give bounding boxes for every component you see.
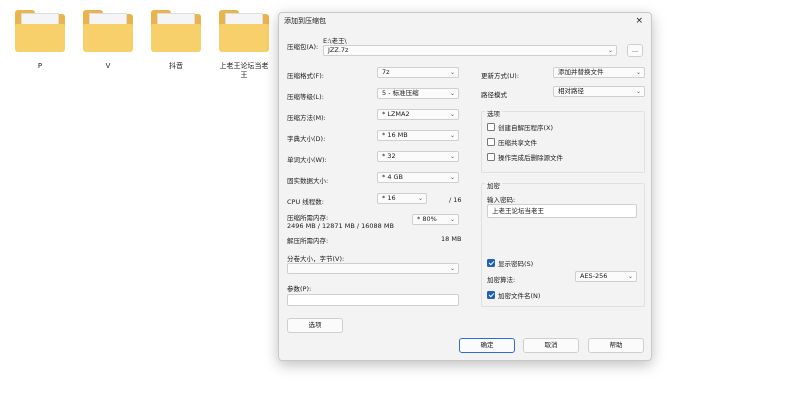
- mem-comp-value: 2496 MB / 12871 MB / 16088 MB: [287, 222, 394, 230]
- split-combo[interactable]: ⌄: [287, 263, 459, 274]
- checkbox-unchecked-icon: [487, 138, 495, 146]
- encryption-group-title: 加密: [485, 180, 502, 190]
- checkbox-checked-icon: [487, 291, 495, 299]
- format-select[interactable]: 7z ⌄: [377, 67, 459, 78]
- chevron-down-icon: ⌄: [635, 69, 641, 76]
- threads-select[interactable]: * 16 ⌄: [377, 193, 427, 204]
- folder-label: P: [37, 62, 43, 70]
- dict-label: 字典大小(D):: [287, 135, 326, 143]
- update-select[interactable]: 添加并替换文件 ⌄: [553, 67, 645, 78]
- solid-label: 固实数据大小:: [287, 177, 329, 185]
- dict-select[interactable]: * 16 MB ⌄: [377, 130, 459, 141]
- checkbox-unchecked-icon: [487, 153, 495, 161]
- encrypt-names-label: 加密文件名(N): [498, 292, 541, 300]
- browse-button[interactable]: ...: [627, 44, 643, 57]
- threads-total: / 16: [449, 196, 462, 204]
- mem-comp-label: 压缩所需内存:: [287, 214, 329, 222]
- show-password-checkbox[interactable]: 显示密码(S): [487, 258, 533, 268]
- folder-p[interactable]: P: [12, 10, 68, 71]
- chevron-down-icon: ⌄: [449, 265, 455, 272]
- chevron-down-icon: ⌄: [449, 153, 455, 160]
- delete-label: 操作完成后删除源文件: [498, 154, 563, 162]
- folder-douyin[interactable]: 抖音: [148, 10, 204, 71]
- folder-icon: [151, 10, 201, 52]
- chevron-down-icon: ⌄: [449, 111, 455, 118]
- folder-icon: [83, 10, 133, 52]
- format-label: 压缩格式(F):: [287, 72, 325, 80]
- archive-name-value: JZZ.7z: [328, 46, 349, 54]
- word-value: * 32: [382, 152, 396, 160]
- ok-button[interactable]: 确定: [459, 338, 515, 353]
- folder-icon: [219, 10, 269, 52]
- show-password-label: 显示密码(S): [498, 260, 534, 268]
- help-button[interactable]: 帮助: [588, 338, 644, 353]
- close-icon[interactable]: ×: [635, 16, 643, 26]
- path-label: 路径模式: [481, 91, 507, 99]
- options-button[interactable]: 选项: [287, 318, 343, 333]
- chevron-down-icon: ⌄: [449, 132, 455, 139]
- enc-method-value: AES-256: [580, 272, 608, 280]
- chevron-down-icon: ⌄: [607, 47, 613, 54]
- level-value: 5 - 标准压缩: [382, 89, 419, 97]
- cancel-button[interactable]: 取消: [523, 338, 579, 353]
- method-select[interactable]: * LZMA2 ⌄: [377, 109, 459, 120]
- checkbox-checked-icon: [487, 259, 495, 267]
- password-label: 输入密码:: [487, 196, 516, 204]
- update-label: 更新方式(U):: [481, 72, 520, 80]
- delete-checkbox[interactable]: 操作完成后删除源文件: [487, 152, 563, 162]
- chevron-down-icon: ⌄: [449, 216, 455, 223]
- params-label: 参数(P):: [287, 285, 312, 293]
- folder-label: 上老王论坛当老 王: [219, 62, 269, 79]
- solid-value: * 4 GB: [382, 173, 404, 181]
- chevron-down-icon: ⌄: [627, 273, 633, 280]
- word-select[interactable]: * 32 ⌄: [377, 151, 459, 162]
- add-to-archive-dialog: 添加到压缩包 × 压缩包(A): E:\老王\ JZZ.7z ⌄ ... 压缩格…: [278, 12, 652, 361]
- dict-value: * 16 MB: [382, 131, 408, 139]
- archive-dir: E:\老王\: [323, 37, 347, 45]
- sfx-label: 创建自解压程序(X): [498, 124, 554, 132]
- chevron-down-icon: ⌄: [417, 195, 423, 202]
- dialog-titlebar: 添加到压缩包 ×: [279, 13, 651, 29]
- split-label: 分卷大小，字节(V):: [287, 255, 345, 263]
- folder-icon: [15, 10, 65, 52]
- archive-name-combo[interactable]: JZZ.7z ⌄: [323, 45, 617, 56]
- format-value: 7z: [382, 68, 390, 76]
- options-group-title: 选项: [485, 108, 502, 118]
- mem-decomp-label: 解压所需内存:: [287, 237, 329, 245]
- shared-label: 压缩共享文件: [498, 139, 537, 147]
- threads-label: CPU 线程数:: [287, 198, 324, 206]
- mem-decomp-value: 18 MB: [441, 235, 462, 243]
- password-input[interactable]: 上老王论坛当老王: [487, 204, 637, 218]
- mem-percent-value: * 80%: [417, 215, 437, 223]
- solid-select[interactable]: * 4 GB ⌄: [377, 172, 459, 183]
- mem-percent-select[interactable]: * 80% ⌄: [412, 214, 459, 225]
- chevron-down-icon: ⌄: [449, 69, 455, 76]
- archive-label: 压缩包(A):: [287, 43, 319, 51]
- word-label: 单词大小(W):: [287, 156, 327, 164]
- folder-label: 抖音: [169, 62, 183, 70]
- sfx-checkbox[interactable]: 创建自解压程序(X): [487, 122, 553, 132]
- level-label: 压缩等级(L):: [287, 93, 324, 101]
- chevron-down-icon: ⌄: [635, 88, 641, 95]
- method-value: * LZMA2: [382, 110, 410, 118]
- folder-laowang[interactable]: 上老王论坛当老 王: [216, 10, 272, 80]
- enc-method-label: 加密算法:: [487, 276, 516, 284]
- chevron-down-icon: ⌄: [449, 90, 455, 97]
- path-value: 相对路径: [558, 87, 584, 95]
- shared-checkbox[interactable]: 压缩共享文件: [487, 137, 537, 147]
- folder-v[interactable]: V: [80, 10, 136, 71]
- enc-method-select[interactable]: AES-256 ⌄: [575, 271, 637, 282]
- checkbox-unchecked-icon: [487, 123, 495, 131]
- folder-label: V: [105, 62, 111, 70]
- path-select[interactable]: 相对路径 ⌄: [553, 86, 645, 97]
- update-value: 添加并替换文件: [558, 68, 604, 76]
- threads-value: * 16: [382, 194, 396, 202]
- encrypt-names-checkbox[interactable]: 加密文件名(N): [487, 290, 540, 300]
- level-select[interactable]: 5 - 标准压缩 ⌄: [377, 88, 459, 99]
- params-input[interactable]: [287, 294, 459, 306]
- dialog-title: 添加到压缩包: [284, 17, 326, 25]
- chevron-down-icon: ⌄: [449, 174, 455, 181]
- method-label: 压缩方法(M):: [287, 114, 326, 122]
